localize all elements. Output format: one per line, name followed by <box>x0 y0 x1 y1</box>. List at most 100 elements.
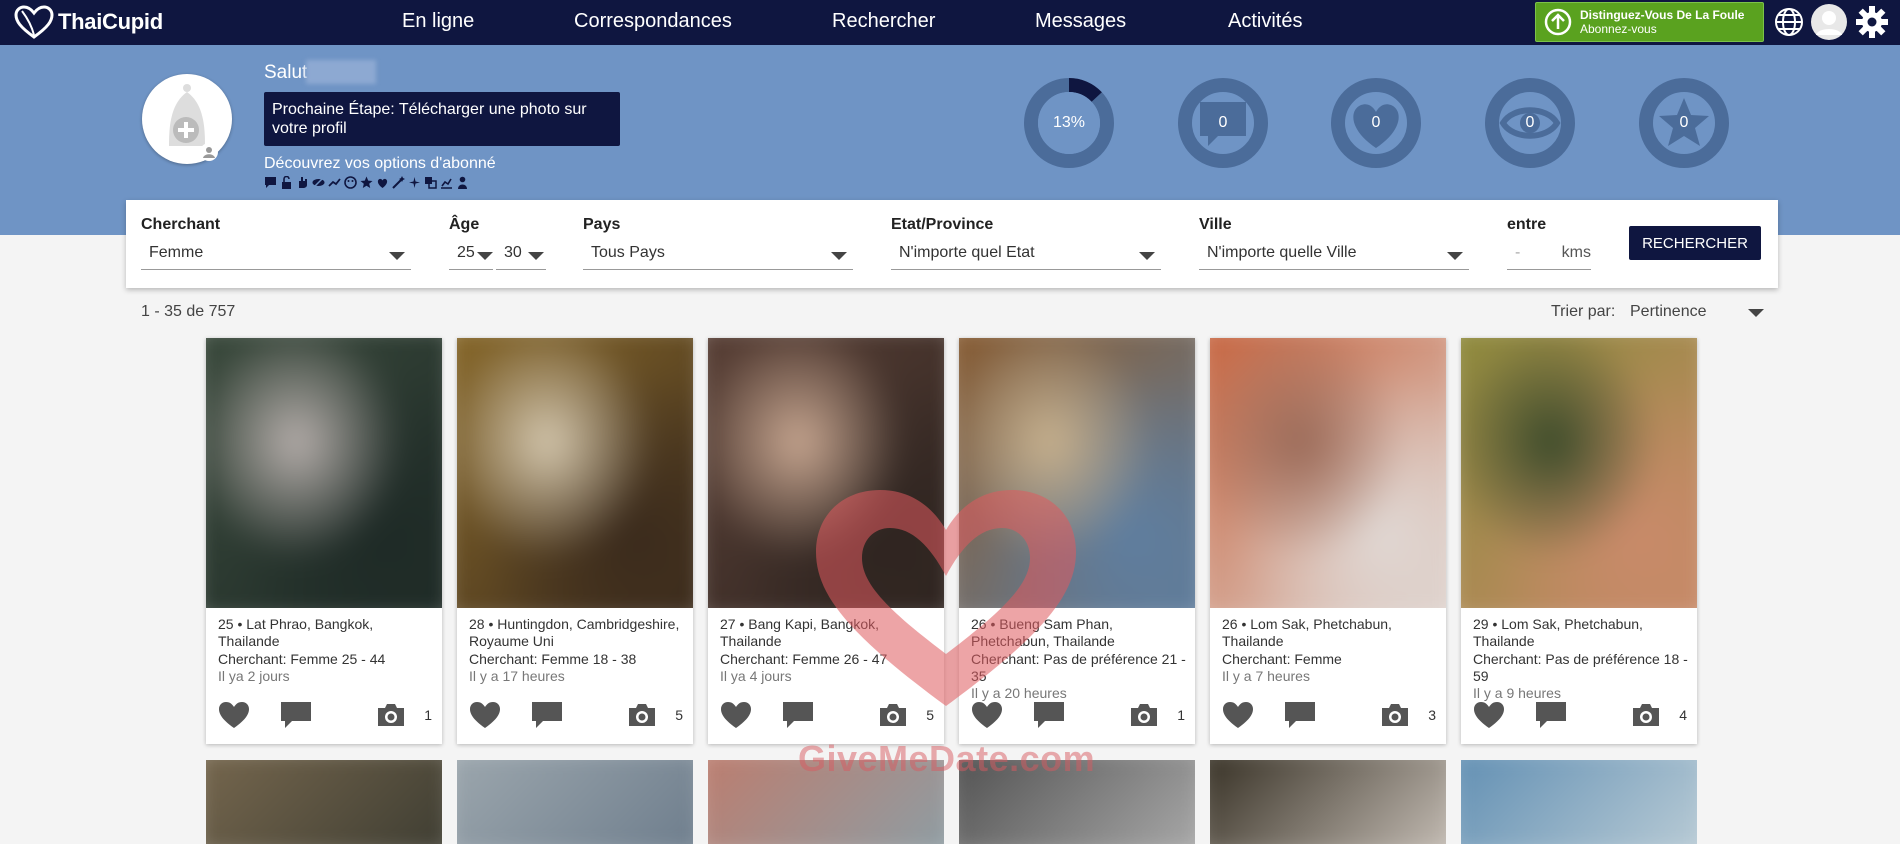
card-seeking: Cherchant: Femme 25 - 44 Il ya 2 jours <box>218 651 438 685</box>
globe-icon[interactable] <box>1773 5 1805 39</box>
search-button[interactable]: RECHERCHER <box>1629 226 1761 260</box>
card-seeking-text: Cherchant: Pas de préférence 18 - 59 <box>1473 651 1688 684</box>
city-value: N'importe quelle Ville <box>1207 244 1357 261</box>
card-location: 26 • Lom Sak, Phetchabun, Thailande <box>1222 616 1392 649</box>
discover-link[interactable]: Découvrez vos options d'abonné <box>264 155 496 173</box>
card-location: 27 • Bang Kapi, Bangkok, Thailande <box>720 616 880 649</box>
sort-label: Trier par: <box>1551 303 1616 320</box>
chevron-down-icon <box>528 252 544 260</box>
card-last-active: Il ya 4 jours <box>720 668 792 684</box>
card-last-active: Il ya 2 jours <box>218 668 290 684</box>
nav-search[interactable]: Rechercher <box>832 10 935 33</box>
photo-count: 5 <box>675 707 683 723</box>
card-actions: 5 <box>469 701 683 731</box>
card-seeking: Cherchant: Pas de préférence 21 - 35 Il … <box>971 651 1191 702</box>
card-actions: 1 <box>218 701 432 731</box>
card-location: 28 • Huntingdon, Cambridgeshire, Royaume… <box>469 616 680 649</box>
nav-matches[interactable]: Correspondances <box>574 10 732 33</box>
chat-bubble-icon[interactable] <box>782 701 814 729</box>
card-last-active: Il y a 20 heures <box>971 685 1067 701</box>
profile-photo-blurred[interactable] <box>708 760 944 844</box>
chat-bubble-icon[interactable] <box>280 701 312 729</box>
upgrade-button[interactable]: Distinguez-Vous De La Foule Abonnez-vous <box>1535 2 1764 42</box>
profile-photo-blurred[interactable] <box>708 338 944 608</box>
seeking-label: Cherchant <box>141 216 221 233</box>
state-select[interactable]: N'importe quel Etat <box>891 240 1161 270</box>
views-stat[interactable]: 0 <box>1485 78 1575 168</box>
distance-input[interactable]: - kms <box>1507 240 1591 270</box>
messages-stat[interactable]: 0 <box>1178 78 1268 168</box>
card-seeking: Cherchant: Femme Il y a 7 heures <box>1222 651 1442 685</box>
chevron-down-icon <box>1139 252 1155 260</box>
profile-photo-blurred[interactable] <box>1461 760 1697 844</box>
card-actions: 4 <box>1473 701 1687 731</box>
like-heart-icon[interactable] <box>1473 701 1505 729</box>
gear-icon[interactable] <box>1855 5 1889 39</box>
profile-card[interactable]: 28 • Huntingdon, Cambridgeshire, Royaume… <box>457 338 693 744</box>
profile-photo-blurred[interactable] <box>959 338 1195 608</box>
likes-stat[interactable]: 0 <box>1331 78 1421 168</box>
hearts-icon <box>377 178 388 188</box>
chat-bubble-icon[interactable] <box>1535 701 1567 729</box>
camera-icon[interactable] <box>878 703 908 727</box>
arrow-up-circle-icon <box>1544 8 1572 36</box>
camera-icon[interactable] <box>1380 703 1410 727</box>
age-max-value: 30 <box>504 244 522 261</box>
like-heart-icon[interactable] <box>469 701 501 729</box>
chat-bubble-icon[interactable] <box>531 701 563 729</box>
card-seeking: Cherchant: Femme 18 - 38 Il y a 17 heure… <box>469 651 689 685</box>
card-location: 29 • Lom Sak, Phetchabun, Thailande <box>1473 616 1643 649</box>
chat-bubble-icon[interactable] <box>1033 701 1065 729</box>
seeking-select[interactable]: Femme <box>141 240 411 270</box>
distance-unit: kms <box>1561 244 1591 261</box>
views-value: 0 <box>1525 114 1535 131</box>
city-select[interactable]: N'importe quelle Ville <box>1199 240 1469 270</box>
age-max-select[interactable]: 30 <box>496 240 546 270</box>
like-heart-icon[interactable] <box>971 701 1003 729</box>
camera-icon[interactable] <box>1631 703 1661 727</box>
favorites-stat[interactable]: 0 <box>1639 78 1729 168</box>
user-avatar-icon[interactable] <box>1810 3 1848 41</box>
wand-icon <box>392 176 405 189</box>
camera-icon[interactable] <box>627 703 657 727</box>
profile-card[interactable]: 26 • Bueng Sam Phan, Phetchabun, Thailan… <box>959 338 1195 744</box>
greeting-text: Salut <box>264 62 308 83</box>
country-select[interactable]: Tous Pays <box>583 240 853 270</box>
profile-card[interactable]: 25 • Lat Phrao, Bangkok, Thailande Cherc… <box>206 338 442 744</box>
profile-photo-placeholder[interactable] <box>142 74 232 164</box>
profile-photo-blurred[interactable] <box>1210 338 1446 608</box>
profile-photo-blurred[interactable] <box>1461 338 1697 608</box>
nav-activity[interactable]: Activités <box>1228 10 1302 33</box>
next-step-banner[interactable]: Prochaine Étape: Télécharger une photo s… <box>264 92 620 146</box>
profile-photo-blurred[interactable] <box>457 760 693 844</box>
profile-photo-blurred[interactable] <box>206 760 442 844</box>
profile-card[interactable]: 26 • Lom Sak, Phetchabun, Thailande Cher… <box>1210 338 1446 744</box>
profile-photo-blurred[interactable] <box>457 338 693 608</box>
chevron-down-icon <box>1447 252 1463 260</box>
trend-icon <box>328 178 341 187</box>
like-heart-icon[interactable] <box>720 701 752 729</box>
hand-icon <box>299 177 307 188</box>
nav-messages[interactable]: Messages <box>1035 10 1126 33</box>
profile-completion-ring[interactable]: 13% <box>1024 78 1114 168</box>
sort-select[interactable]: Pertinence <box>1630 303 1764 321</box>
upgrade-title: Distinguez-Vous De La Foule <box>1580 8 1745 22</box>
like-heart-icon[interactable] <box>218 701 250 729</box>
like-heart-icon[interactable] <box>1222 701 1254 729</box>
card-seeking-text: Cherchant: Femme <box>1222 651 1342 667</box>
camera-icon[interactable] <box>1129 703 1159 727</box>
profile-photo-blurred[interactable] <box>1210 760 1446 844</box>
chat-bubble-icon[interactable] <box>1284 701 1316 729</box>
logo[interactable]: ThaiCupid <box>14 5 163 39</box>
profile-photo-blurred[interactable] <box>206 338 442 608</box>
translate-icon <box>425 177 437 189</box>
card-seeking-text: Cherchant: Pas de préférence 21 - 35 <box>971 651 1186 684</box>
photo-count: 4 <box>1679 707 1687 723</box>
profile-photo-blurred[interactable] <box>959 760 1195 844</box>
profile-card[interactable]: 27 • Bang Kapi, Bangkok, Thailande Cherc… <box>708 338 944 744</box>
profile-card[interactable]: 29 • Lom Sak, Phetchabun, Thailande Cher… <box>1461 338 1697 744</box>
camera-icon[interactable] <box>376 703 406 727</box>
age-min-select[interactable]: 25 <box>449 240 493 270</box>
nav-online[interactable]: En ligne <box>402 10 474 33</box>
feature-icon-row[interactable] <box>264 176 469 189</box>
